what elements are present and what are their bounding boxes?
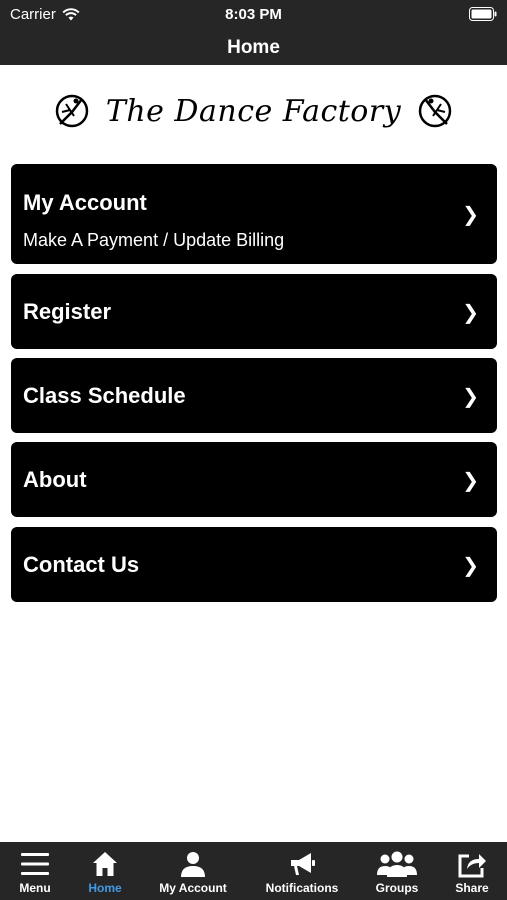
user-icon: [181, 852, 205, 877]
logo-text: The Dance Factory: [105, 93, 402, 129]
tab-home[interactable]: Home: [70, 842, 140, 900]
tab-label: Home: [88, 881, 122, 895]
page-title: Home: [227, 37, 280, 58]
home-icon: [93, 852, 117, 876]
menu-item-title: Contact Us: [23, 552, 140, 577]
tab-label: My Account: [159, 881, 227, 895]
tab-bar: Menu Home My Account Notifications Group…: [0, 842, 507, 900]
dancer-emblem-right-icon: [418, 94, 452, 128]
nav-bar: Home: [0, 30, 507, 65]
tab-menu[interactable]: Menu: [0, 842, 70, 900]
megaphone-icon: [291, 853, 315, 875]
chevron-right-icon: ❯: [462, 204, 479, 226]
chevron-right-icon: ❯: [462, 386, 479, 408]
tab-my-account[interactable]: My Account: [150, 842, 236, 900]
tab-label: Notifications: [265, 881, 339, 895]
groups-icon: [377, 851, 417, 877]
status-time: 8:03 PM: [225, 6, 282, 23]
tab-label: Share: [455, 881, 489, 895]
menu-item-class-schedule[interactable]: Class Schedule ❯: [11, 358, 497, 433]
chevron-right-icon: ❯: [462, 302, 479, 324]
tab-label: Menu: [19, 881, 51, 895]
tab-notifications[interactable]: Notifications: [257, 842, 347, 900]
status-bar: Carrier 8:03 PM: [0, 0, 507, 30]
chevron-right-icon: ❯: [462, 470, 479, 492]
tab-label: Groups: [375, 881, 419, 895]
menu-item-title: Class Schedule: [23, 383, 186, 408]
menu-item-title: Register: [23, 299, 112, 324]
menu-item-title: About: [23, 467, 87, 492]
tab-groups[interactable]: Groups: [364, 842, 430, 900]
hamburger-icon: [21, 853, 49, 875]
menu-item-title: My Account: [23, 190, 147, 215]
menu-item-contact-us[interactable]: Contact Us ❯: [11, 527, 497, 602]
menu-item-about[interactable]: About ❯: [11, 442, 497, 517]
battery-icon: [469, 7, 497, 21]
tab-share[interactable]: Share: [442, 842, 502, 900]
menu-item-subtitle: Make A Payment / Update Billing: [23, 230, 285, 250]
chevron-right-icon: ❯: [462, 555, 479, 577]
dancer-emblem-left-icon: [55, 94, 89, 128]
share-icon: [458, 854, 486, 878]
brand-logo: The Dance Factory: [0, 76, 507, 146]
menu-item-register[interactable]: Register ❯: [11, 274, 497, 349]
menu-item-my-account[interactable]: My Account Make A Payment / Update Billi…: [11, 164, 497, 264]
